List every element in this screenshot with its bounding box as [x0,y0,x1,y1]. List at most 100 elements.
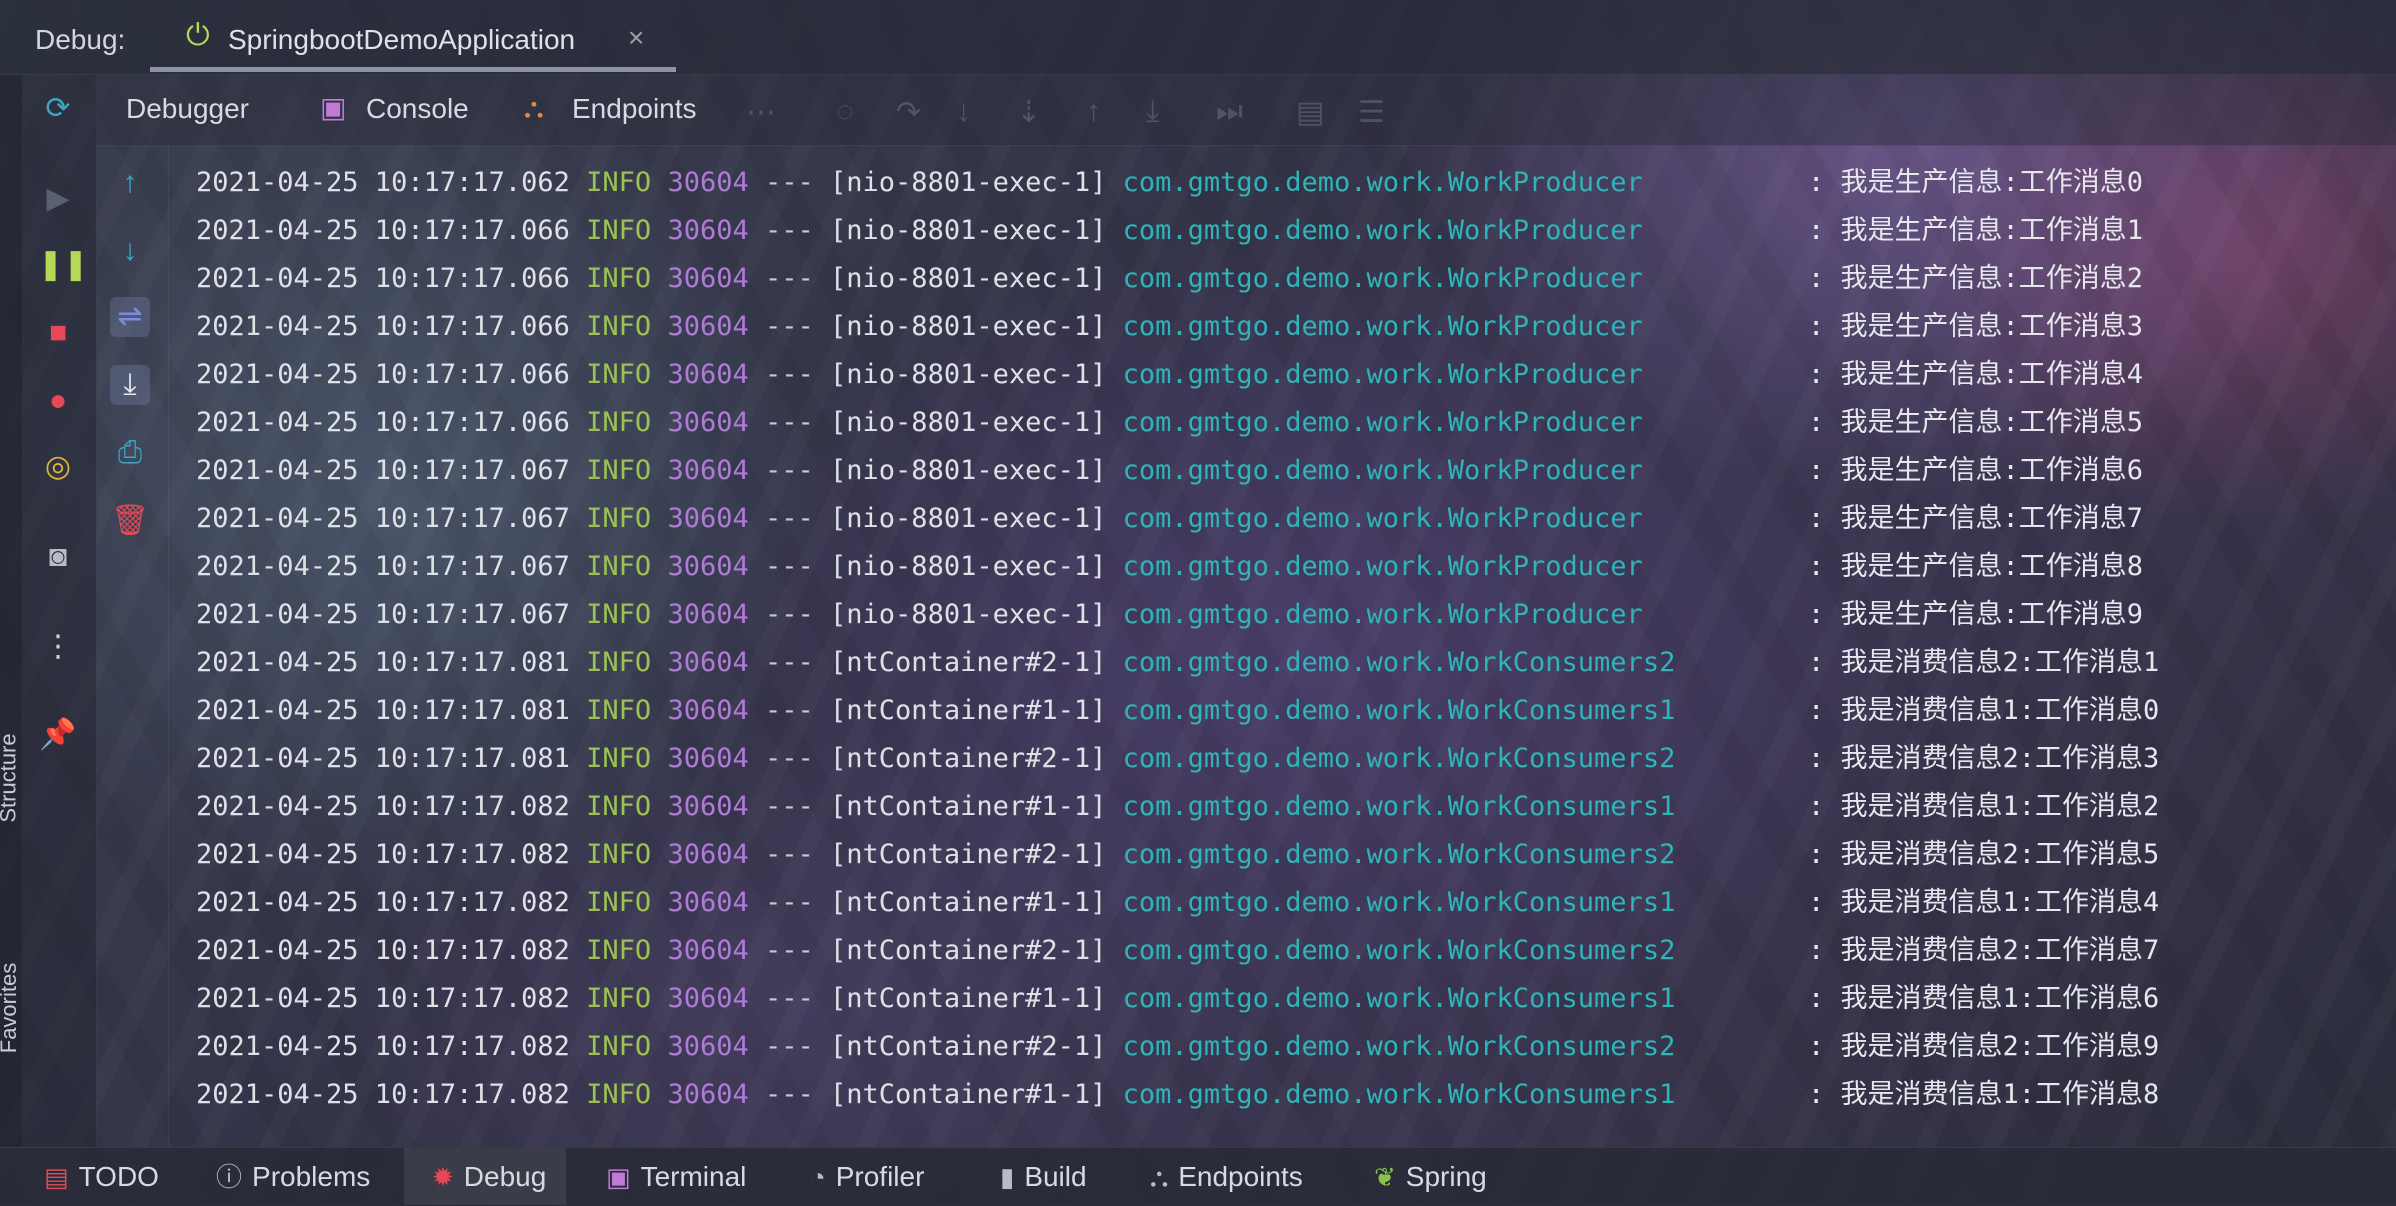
side-tool-strip: Structure Favorites [0,75,22,1147]
log-message: : 我是消费信息1:工作消息2 [1808,791,2160,822]
log-separator: --- [764,311,814,342]
trace-icon: ☰ [1358,96,1385,129]
log-level: INFO [586,1079,652,1110]
tab-console[interactable]: Console [366,93,469,125]
log-message: : 我是消费信息1:工作消息8 [1808,1079,2160,1110]
todo-tab[interactable]: ▤ TODO [44,1148,159,1205]
log-pid: 30604 [667,359,749,390]
log-timestamp: 2021-04-25 10:17:17.067 [196,551,570,582]
structure-tab[interactable]: Structure [0,733,22,822]
log-pid: 30604 [667,983,749,1014]
run-to-cursor-icon: ⏭ [1216,95,1243,128]
endpoints-bottom-tab[interactable]: ⛬ Endpoints [1150,1148,1303,1205]
log-separator: --- [764,263,814,294]
camera-icon[interactable]: ◙ [38,537,78,577]
log-pid: 30604 [667,263,749,294]
log-level: INFO [586,599,652,630]
spring-tab[interactable]: ❦ Spring [1374,1148,1487,1205]
favorites-tab[interactable]: Favorites [0,963,22,1053]
log-separator: --- [764,455,814,486]
resume-disabled-icon: ▶ [46,182,70,215]
log-thread: [ntContainer#2-1] [830,647,1107,678]
stop-icon[interactable]: ■ [38,313,78,353]
scroll-up-icon[interactable]: ↑ [110,163,150,203]
log-level: INFO [586,311,652,342]
close-icon[interactable]: × [628,22,644,54]
log-timestamp: 2021-04-25 10:17:17.082 [196,887,570,918]
log-pid: 30604 [667,167,749,198]
log-pid: 30604 [667,1031,749,1062]
log-separator: --- [764,359,814,390]
scroll-to-end-icon[interactable]: ⤓ [110,365,150,405]
terminal-tab[interactable]: ▣ Terminal [606,1148,746,1205]
log-line: 2021-04-25 10:17:17.081 INFO 30604 --- [… [196,691,2159,731]
mute-breakpoints-icon[interactable]: ◎ [38,447,78,487]
profiler-tab[interactable]: ◔ Profiler [810,1148,924,1205]
todo-icon: ▤ [44,1162,69,1192]
log-separator: --- [764,695,814,726]
log-class: com.gmtgo.demo.work.WorkProducer [1122,359,1643,390]
log-pid: 30604 [667,599,749,630]
endpoints-icon: ⛬ [1150,1162,1169,1192]
log-timestamp: 2021-04-25 10:17:17.066 [196,359,570,390]
log-pid: 30604 [667,311,749,342]
console-icon: ▣ [320,92,347,123]
tab-debugger[interactable]: Debugger [126,93,249,125]
more-icon[interactable]: ⋮ [38,627,78,667]
log-thread: [ntContainer#1-1] [830,1079,1107,1110]
build-tab[interactable]: ▮ Build [1000,1148,1087,1205]
debug-tab[interactable]: ✹ Debug [404,1148,567,1205]
log-line: 2021-04-25 10:17:17.081 INFO 30604 --- [… [196,643,2159,683]
breakpoints-icon[interactable]: ● [38,381,78,421]
log-pid: 30604 [667,455,749,486]
log-pid: 30604 [667,935,749,966]
log-line: 2021-04-25 10:17:17.081 INFO 30604 --- [… [196,739,2159,779]
log-timestamp: 2021-04-25 10:17:17.082 [196,935,570,966]
log-pid: 30604 [667,1079,749,1110]
drop-frame-icon: ⤓ [1146,95,1160,128]
log-class: com.gmtgo.demo.work.WorkConsumers1 [1122,1079,1676,1110]
log-timestamp: 2021-04-25 10:17:17.067 [196,599,570,630]
log-class: com.gmtgo.demo.work.WorkConsumers2 [1122,647,1676,678]
debug-tab-label: Debug [463,1161,547,1192]
pause-icon[interactable]: ❚❚ [38,245,88,285]
log-line: 2021-04-25 10:17:17.066 INFO 30604 --- [… [196,403,2143,443]
log-thread: [ntContainer#2-1] [830,743,1107,774]
run-config-tab[interactable]: ⏻ SpringbootDemoApplication × [150,0,676,72]
log-thread: [nio-8801-exec-1] [830,551,1107,582]
force-step-into-icon: ⇣ [1016,96,1042,129]
rerun-icon[interactable]: ⟳ [38,89,78,129]
problems-tab[interactable]: ⓘ Problems [216,1148,370,1205]
pin-icon[interactable]: 📌 [38,715,78,755]
print-icon[interactable]: ⎙ [110,433,150,473]
log-level: INFO [586,407,652,438]
scroll-down-icon[interactable]: ↓ [110,231,150,271]
log-thread: [ntContainer#1-1] [830,695,1107,726]
soft-wrap-icon[interactable]: ⇌ [110,297,150,337]
log-message: : 我是消费信息2:工作消息1 [1808,647,2160,678]
terminal-icon: ▣ [606,1162,631,1192]
log-thread: [nio-8801-exec-1] [830,167,1107,198]
log-pid: 30604 [667,839,749,870]
clear-all-icon[interactable]: 🗑 [110,501,150,541]
log-thread: [nio-8801-exec-1] [830,503,1107,534]
tab-endpoints[interactable]: Endpoints [572,93,697,125]
endpoints-bottom-label: Endpoints [1178,1161,1303,1192]
log-thread: [ntContainer#2-1] [830,1031,1107,1062]
log-level: INFO [586,695,652,726]
log-class: com.gmtgo.demo.work.WorkProducer [1122,263,1643,294]
log-line: 2021-04-25 10:17:17.082 INFO 30604 --- [… [196,883,2159,923]
log-thread: [nio-8801-exec-1] [830,263,1107,294]
log-class: com.gmtgo.demo.work.WorkConsumers2 [1122,743,1676,774]
log-level: INFO [586,839,652,870]
log-timestamp: 2021-04-25 10:17:17.082 [196,1031,570,1062]
log-message: : 我是消费信息2:工作消息3 [1808,743,2160,774]
log-thread: [ntContainer#2-1] [830,935,1107,966]
debug-controls: ⟳ ▶ ❚❚ ■ ● ◎ ◙ ⋮ 📌 [22,75,97,1147]
show-execution-point-icon: ◌ [836,95,854,128]
log-class: com.gmtgo.demo.work.WorkProducer [1122,599,1643,630]
log-level: INFO [586,1031,652,1062]
log-pid: 30604 [667,887,749,918]
log-timestamp: 2021-04-25 10:17:17.081 [196,695,570,726]
log-level: INFO [586,983,652,1014]
